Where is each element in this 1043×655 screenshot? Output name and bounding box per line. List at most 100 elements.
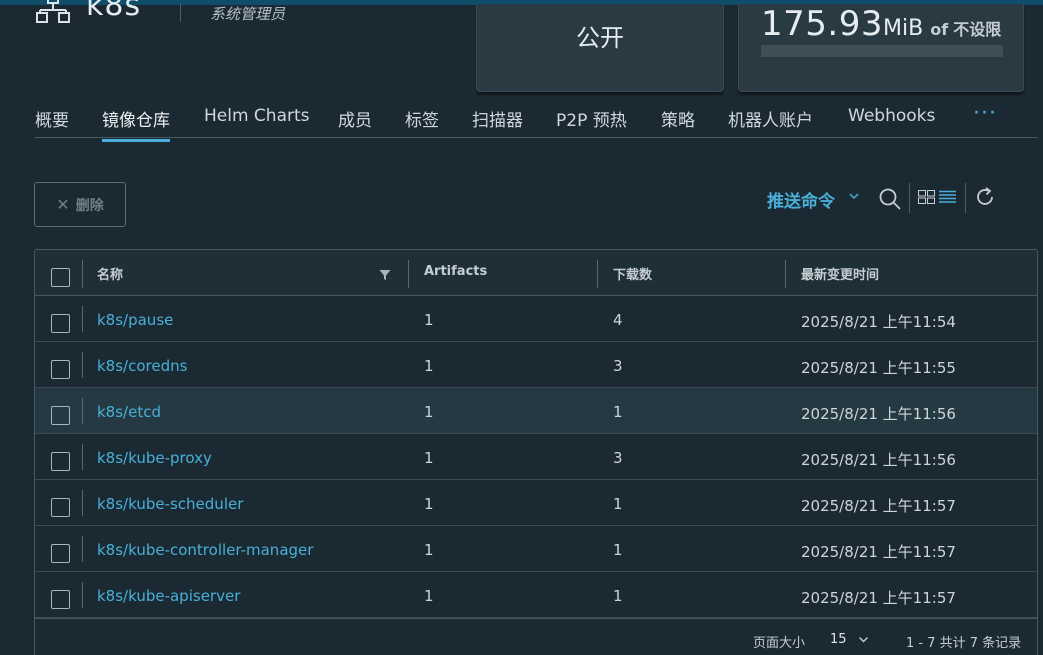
refresh-icon[interactable] — [974, 186, 996, 208]
updated-time: 2025/8/21 上午11:57 — [801, 543, 956, 561]
quota-of: of — [930, 20, 949, 39]
page-size-label: 页面大小 — [753, 636, 806, 651]
column-divider — [82, 260, 83, 288]
table-header: 名称 Artifacts 下载数 最新变更时间 — [35, 250, 1037, 296]
column-divider — [785, 260, 786, 288]
tab-policy[interactable]: 策略 — [661, 106, 695, 131]
repository-name-link[interactable]: k8s/kube-proxy — [97, 449, 212, 467]
row-divider — [82, 582, 83, 608]
downloads-count: 4 — [613, 311, 623, 329]
row-checkbox[interactable] — [51, 406, 70, 425]
tab-webhooks[interactable]: Webhooks — [848, 106, 935, 126]
table-row[interactable]: k8s/kube-scheduler 1 1 2025/8/21 上午11:57 — [35, 480, 1037, 526]
tab-summary[interactable]: 概要 — [35, 106, 69, 131]
row-divider — [82, 398, 83, 424]
row-divider — [82, 352, 83, 378]
table-row[interactable]: k8s/kube-controller-manager 1 1 2025/8/2… — [35, 526, 1037, 572]
view-toggle-icon[interactable] — [918, 190, 956, 204]
repository-name-link[interactable]: k8s/etcd — [97, 403, 161, 421]
select-all-checkbox[interactable] — [51, 268, 70, 287]
column-header-name[interactable]: 名称 — [97, 264, 123, 283]
column-header-updated[interactable]: 最新变更时间 — [801, 264, 879, 283]
pagination-summary: 1 - 7 共计 7 条记录 — [906, 636, 1022, 651]
column-divider — [408, 260, 409, 288]
updated-time: 2025/8/21 上午11:56 — [801, 451, 956, 469]
project-tabs: 概要 镜像仓库 Helm Charts 成员 标签 扫描器 P2P 预热 策略 … — [35, 101, 1038, 142]
downloads-count: 3 — [613, 357, 623, 375]
repository-name-link[interactable]: k8s/kube-apiserver — [97, 587, 240, 605]
tab-robot-accounts[interactable]: 机器人账户 — [728, 106, 813, 131]
chevron-down-icon[interactable] — [858, 634, 869, 645]
user-role: 系统管理员 — [210, 5, 286, 23]
row-divider — [82, 306, 83, 332]
downloads-count: 3 — [613, 449, 623, 467]
updated-time: 2025/8/21 上午11:55 — [801, 359, 956, 377]
delete-button-label: 删除 — [75, 197, 104, 214]
quota-limit: 不设限 — [953, 20, 1002, 39]
access-level-card: 公开 — [476, 4, 724, 92]
toolbar-divider — [909, 183, 910, 213]
storage-quota-card: 175.93MiB of 不设限 — [738, 4, 1024, 92]
updated-time: 2025/8/21 上午11:54 — [801, 313, 956, 331]
updated-time: 2025/8/21 上午11:56 — [801, 405, 956, 423]
repositories-table: 名称 Artifacts 下载数 最新变更时间 k8s/pause 1 4 20… — [34, 249, 1038, 655]
artifacts-count: 1 — [424, 449, 434, 467]
project-name: k8s — [86, 0, 142, 23]
tab-p2p-preheat[interactable]: P2P 预热 — [556, 106, 627, 131]
quota-progress-bar — [761, 45, 1003, 57]
row-divider — [82, 490, 83, 516]
project-icon — [36, 0, 70, 23]
delete-button[interactable]: ✕ 删除 — [34, 182, 126, 227]
downloads-count: 1 — [613, 495, 623, 513]
artifacts-count: 1 — [424, 403, 434, 421]
close-icon: ✕ — [56, 195, 70, 214]
quota-usage: 175.93MiB of 不设限 — [761, 4, 1001, 44]
quota-used-value: 175.93 — [761, 4, 883, 44]
search-icon[interactable] — [878, 187, 902, 211]
toolbar-divider — [965, 183, 966, 213]
tabs-more-button[interactable]: ··· — [973, 101, 997, 126]
table-row[interactable]: k8s/coredns 1 3 2025/8/21 上午11:55 — [35, 342, 1037, 388]
artifacts-count: 1 — [424, 311, 434, 329]
column-header-artifacts[interactable]: Artifacts — [424, 264, 487, 279]
table-row[interactable]: k8s/kube-proxy 1 3 2025/8/21 上午11:56 — [35, 434, 1037, 480]
row-checkbox[interactable] — [51, 314, 70, 333]
artifacts-count: 1 — [424, 495, 434, 513]
page-size-select[interactable]: 15 — [830, 632, 847, 647]
updated-time: 2025/8/21 上午11:57 — [801, 589, 956, 607]
quota-used-unit: MiB — [882, 16, 924, 41]
artifacts-count: 1 — [424, 541, 434, 559]
table-footer: 页面大小 15 1 - 7 共计 7 条记录 — [35, 618, 1037, 655]
column-header-downloads[interactable]: 下载数 — [613, 264, 652, 283]
tab-labels[interactable]: 标签 — [405, 106, 439, 131]
header-divider — [180, 4, 181, 22]
access-level-value: 公开 — [576, 24, 624, 52]
updated-time: 2025/8/21 上午11:57 — [801, 497, 956, 515]
table-row[interactable]: k8s/etcd 1 1 2025/8/21 上午11:56 — [35, 388, 1037, 434]
repository-name-link[interactable]: k8s/pause — [97, 311, 173, 329]
table-row[interactable]: k8s/kube-apiserver 1 1 2025/8/21 上午11:57 — [35, 572, 1037, 618]
repository-name-link[interactable]: k8s/coredns — [97, 357, 187, 375]
repository-name-link[interactable]: k8s/kube-scheduler — [97, 495, 243, 513]
tab-members[interactable]: 成员 — [338, 106, 372, 131]
row-checkbox[interactable] — [51, 544, 70, 563]
push-command-button[interactable]: 推送命令 — [767, 187, 835, 212]
column-divider — [597, 260, 598, 288]
row-divider — [82, 536, 83, 562]
downloads-count: 1 — [613, 541, 623, 559]
table-row[interactable]: k8s/pause 1 4 2025/8/21 上午11:54 — [35, 296, 1037, 342]
tab-repositories[interactable]: 镜像仓库 — [102, 106, 170, 142]
row-checkbox[interactable] — [51, 498, 70, 517]
chevron-down-icon[interactable] — [848, 190, 860, 202]
repository-name-link[interactable]: k8s/kube-controller-manager — [97, 541, 313, 559]
row-checkbox[interactable] — [51, 360, 70, 379]
row-divider — [82, 444, 83, 470]
artifacts-count: 1 — [424, 357, 434, 375]
downloads-count: 1 — [613, 403, 623, 421]
tab-scanner[interactable]: 扫描器 — [472, 106, 523, 131]
artifacts-count: 1 — [424, 587, 434, 605]
row-checkbox[interactable] — [51, 590, 70, 609]
filter-icon[interactable] — [379, 269, 391, 281]
tab-helm-charts[interactable]: Helm Charts — [204, 106, 310, 126]
row-checkbox[interactable] — [51, 452, 70, 471]
